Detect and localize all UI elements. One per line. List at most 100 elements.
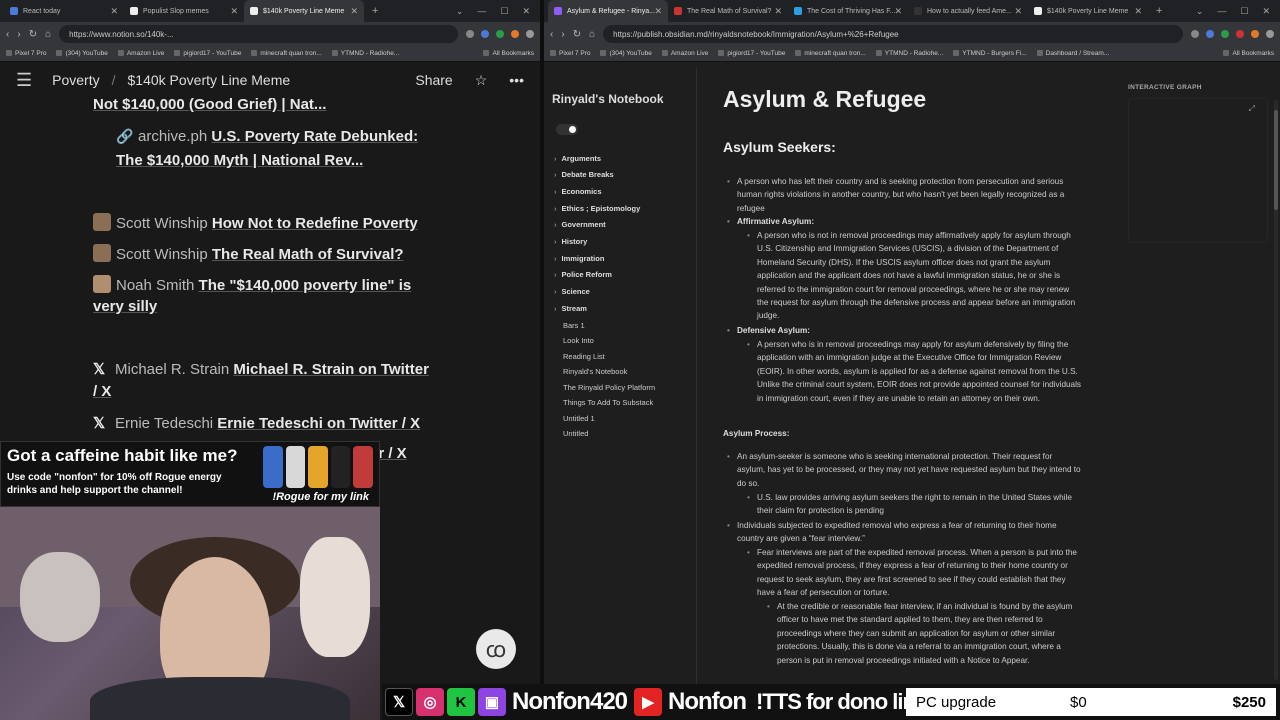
bookmark[interactable]: YTMND - Radiohe... [332, 50, 400, 57]
link[interactable]: Ernie Tedeschi on Twitter / X [217, 415, 420, 432]
link[interactable]: The Real Math of Survival? [212, 246, 404, 263]
theme-toggle[interactable] [556, 124, 578, 135]
sidebar-folder[interactable]: Arguments [554, 154, 602, 163]
tab-real-math-of-survival[interactable]: The Real Math of Survival? ✕ [668, 0, 788, 22]
tab-140k-poverty-line-meme[interactable]: $140k Poverty Line Meme ✕ [1028, 0, 1148, 22]
sidebar-folder[interactable]: Immigration [554, 254, 605, 263]
link[interactable]: The $140,000 Myth | National Rev... [116, 152, 363, 169]
bookmark[interactable]: (304) YouTube [600, 50, 651, 57]
tab-populist-slop-memes[interactable]: Populist Slop memes ✕ [124, 0, 244, 22]
link[interactable]: Michael R. Strain on Twitter [233, 361, 429, 378]
share-button[interactable]: Share [415, 72, 452, 88]
extension-icon[interactable] [1206, 30, 1214, 38]
notion-ai-icon[interactable]: ꭃ [476, 629, 516, 669]
bookmark[interactable]: pigiord17 - YouTube [174, 50, 241, 57]
close-icon[interactable]: ✕ [894, 6, 902, 17]
scrollbar[interactable] [1274, 100, 1278, 680]
more-icon[interactable]: ••• [509, 72, 524, 88]
tab-140k-poverty-line-meme[interactable]: $140k Poverty Line Meme ✕ [244, 0, 364, 22]
bookmark[interactable]: YTMND - Burgers Fi... [953, 50, 1026, 57]
bookmark[interactable]: minecraft quan tron... [251, 50, 321, 57]
extension-icon[interactable] [1191, 30, 1199, 38]
close-icon[interactable]: ✕ [774, 6, 782, 17]
close-icon[interactable]: ✕ [110, 6, 118, 17]
star-icon[interactable]: ☆ [475, 72, 488, 89]
close-icon[interactable]: ✕ [1014, 6, 1022, 17]
extension-icon[interactable] [466, 30, 474, 38]
all-bookmarks[interactable]: All Bookmarks [483, 50, 534, 57]
maximize-icon[interactable]: ☐ [500, 6, 508, 17]
bookmark[interactable]: minecraft quan tron... [795, 50, 865, 57]
bookmark[interactable]: Dashboard / Stream... [1037, 50, 1110, 57]
chevron-down-icon[interactable]: ⌄ [456, 6, 464, 17]
close-icon[interactable]: ✕ [230, 6, 238, 17]
sidebar-folder[interactable]: Stream [554, 304, 587, 313]
home-icon[interactable]: ⌂ [589, 29, 595, 40]
interactive-graph[interactable] [1128, 98, 1268, 243]
new-tab-icon[interactable]: + [364, 5, 386, 17]
sidebar-note[interactable]: Look Into [563, 336, 594, 345]
sidebar-note[interactable]: The Rinyald Policy Platform [563, 383, 655, 392]
reload-icon[interactable]: ↻ [29, 29, 37, 40]
site-name[interactable]: Rinyald's Notebook [552, 92, 664, 106]
back-icon[interactable]: ‹ [550, 29, 553, 40]
extension-icon[interactable] [1221, 30, 1229, 38]
sidebar-folder[interactable]: Science [554, 287, 590, 296]
sidebar-note[interactable]: Things To Add To Substack [563, 398, 653, 407]
new-tab-icon[interactable]: + [1148, 5, 1170, 17]
breadcrumb-root[interactable]: Poverty [52, 72, 99, 88]
extension-icon[interactable] [511, 30, 519, 38]
url-field[interactable]: https://publish.obsidian.md/rinyaldsnote… [603, 25, 1183, 43]
sidebar-folder[interactable]: Economics [554, 187, 602, 196]
close-window-icon[interactable]: ✕ [522, 6, 530, 17]
sidebar-note[interactable]: Untitled 1 [563, 414, 595, 423]
bookmark[interactable]: (304) YouTube [56, 50, 107, 57]
link[interactable]: U.S. Poverty Rate Debunked: [211, 128, 418, 145]
bookmark[interactable]: Pixel 7 Pro [6, 50, 46, 57]
extension-icon[interactable] [496, 30, 504, 38]
link[interactable]: How Not to Redefine Poverty [212, 215, 418, 232]
close-icon[interactable]: ✕ [350, 6, 358, 17]
maximize-icon[interactable]: ☐ [1240, 6, 1248, 17]
sidebar-folder[interactable]: Police Reform [554, 270, 612, 279]
link[interactable]: Not $140,000 (Good Grief) | Nat... [93, 96, 326, 113]
bookmark[interactable]: Amazon Live [118, 50, 165, 57]
forward-icon[interactable]: › [17, 29, 20, 40]
minimize-icon[interactable]: — [1217, 6, 1226, 17]
menu-icon[interactable] [1266, 30, 1274, 38]
bookmark[interactable]: Pixel 7 Pro [550, 50, 590, 57]
bookmark[interactable]: YTMND - Radiohe... [876, 50, 944, 57]
url-field[interactable]: https://www.notion.so/140k-... [59, 25, 458, 43]
sidebar-note[interactable]: Untitled [563, 429, 588, 438]
close-icon[interactable]: ✕ [1134, 6, 1142, 17]
all-bookmarks[interactable]: All Bookmarks [1223, 50, 1274, 57]
breadcrumb-page[interactable]: $140k Poverty Line Meme [128, 72, 291, 88]
sidebar-folder[interactable]: Government [554, 220, 606, 229]
link[interactable]: very silly [93, 298, 157, 315]
sidebar-note[interactable]: Bars 1 [563, 321, 585, 330]
link[interactable]: The "$140,000 poverty line" is [199, 277, 412, 294]
bookmark[interactable]: Amazon Live [662, 50, 709, 57]
menu-icon[interactable]: ☰ [16, 70, 32, 91]
tab-react-today[interactable]: React today ✕ [4, 0, 124, 22]
close-window-icon[interactable]: ✕ [1262, 6, 1270, 17]
close-icon[interactable]: ✕ [654, 6, 662, 17]
tab-feed-america[interactable]: How to actually feed Ame... ✕ [908, 0, 1028, 22]
forward-icon[interactable]: › [561, 29, 564, 40]
sidebar-folder[interactable]: Ethics ; Epistomology [554, 204, 641, 213]
extension-icon[interactable] [481, 30, 489, 38]
back-icon[interactable]: ‹ [6, 29, 9, 40]
chevron-down-icon[interactable]: ⌄ [1196, 6, 1204, 17]
tab-cost-of-thriving[interactable]: The Cost of Thriving Has F... ✕ [788, 0, 908, 22]
home-icon[interactable]: ⌂ [45, 29, 51, 40]
link[interactable]: / X [93, 383, 111, 400]
minimize-icon[interactable]: — [477, 6, 486, 17]
expand-graph-icon[interactable]: ⤢ [1249, 104, 1255, 114]
sidebar-note[interactable]: Reading List [563, 352, 605, 361]
extension-icon[interactable] [1236, 30, 1244, 38]
extension-icon[interactable] [1251, 30, 1259, 38]
sidebar-folder[interactable]: History [554, 237, 588, 246]
reload-icon[interactable]: ↻ [573, 29, 581, 40]
bookmark[interactable]: pigiord17 - YouTube [718, 50, 785, 57]
sidebar-note[interactable]: Rinyald's Notebook [563, 367, 627, 376]
